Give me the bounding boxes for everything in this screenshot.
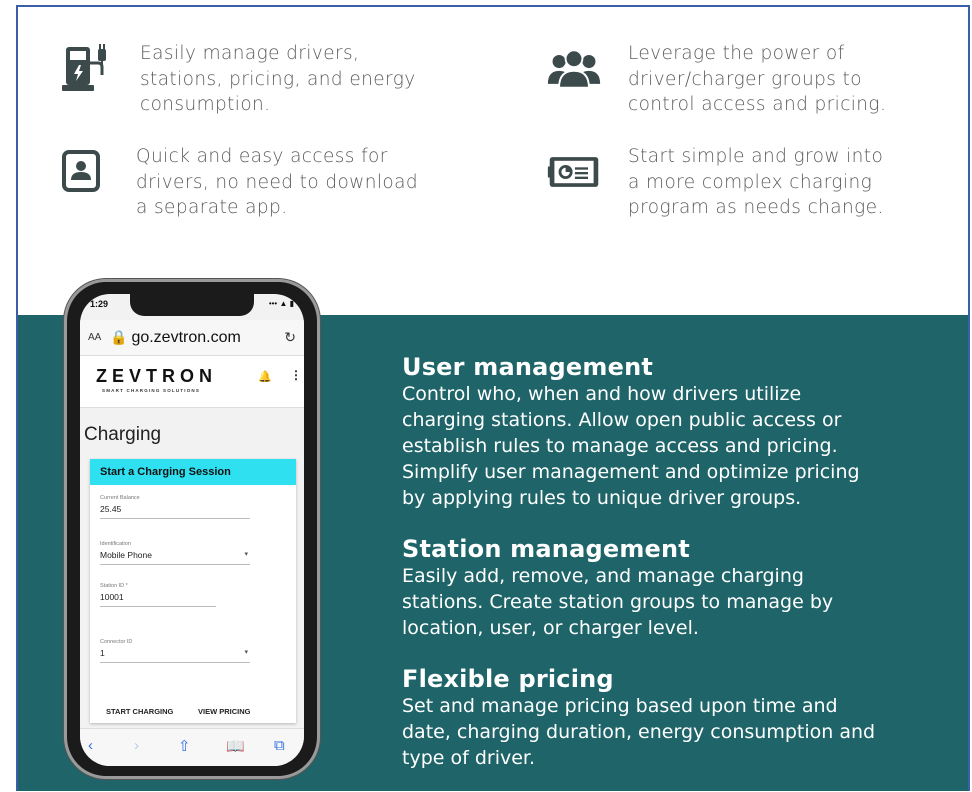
section-line: by applying rules to unique driver group… <box>402 487 802 509</box>
status-icons: ••• ▲ ▮ <box>268 299 294 308</box>
url-text[interactable]: go.zevtron.com <box>131 329 284 347</box>
current-balance-field[interactable]: Current Balance 25.45 <box>100 495 250 519</box>
share-icon[interactable]: ⇧ <box>178 737 191 755</box>
charging-session-card: Start a Charging Session Current Balance… <box>90 459 296 723</box>
feature-text-line: drivers, no need to download <box>136 171 418 193</box>
forward-icon[interactable]: › <box>134 737 139 754</box>
connector-id-select[interactable]: Connector ID 1 ▾ <box>100 639 250 663</box>
bell-icon[interactable]: 🔔 <box>258 370 272 383</box>
section-line: Control who, when and how drivers utiliz… <box>402 383 802 405</box>
field-value: 1 <box>100 648 105 658</box>
feature-text-line: Easily manage drivers, <box>140 43 360 64</box>
section-line: establish rules to manage access and pri… <box>402 435 838 457</box>
start-charging-button[interactable]: START CHARGING <box>106 707 173 716</box>
feature-text-line: Start simple and grow into <box>628 146 884 167</box>
chevron-down-icon: ▾ <box>244 551 248 558</box>
card-title: Start a Charging Session <box>90 459 296 485</box>
status-time: 1:29 <box>90 299 109 309</box>
browser-toolbar: ‹ › ⇧ 📖 ⧉ <box>80 728 304 766</box>
marketing-panel: Easily manage drivers, stations, pricing… <box>16 5 970 791</box>
field-value-wrap[interactable]: Mobile Phone ▾ <box>100 550 250 565</box>
reload-icon[interactable]: ↻ <box>284 329 296 346</box>
section-line: date, charging duration, energy consumpt… <box>402 721 876 743</box>
feature-text-line: program as needs change. <box>628 197 884 218</box>
feature-manage: Easily manage drivers, stations, pricing… <box>58 41 416 118</box>
section-flexible-pricing: Flexible pricing Set and manage pricing … <box>402 665 962 771</box>
field-label: Current Balance <box>100 495 140 501</box>
more-menu-icon[interactable]: ⋮ <box>290 368 302 382</box>
feature-access: Quick and easy access for drivers, no ne… <box>54 144 418 221</box>
phone-notch <box>130 294 254 316</box>
chevron-down-icon: ▾ <box>244 649 248 656</box>
back-icon[interactable]: ‹ <box>88 737 93 754</box>
app-header: ZEVTRON SMART CHARGING SOLUTIONS 🔔 ⋮ <box>80 356 304 408</box>
feature-text-line: a separate app. <box>136 197 288 218</box>
feature-text-line: driver/charger groups to <box>628 68 862 90</box>
feature-text-line: stations, pricing, and energy <box>140 68 416 90</box>
tabs-icon[interactable]: ⧉ <box>274 737 285 754</box>
browser-url-bar[interactable]: AA 🔒 go.zevtron.com ↻ <box>80 320 304 356</box>
section-line: location, user, or charger level. <box>402 617 699 639</box>
phone-mockup: 1:29 ••• ▲ ▮ AA 🔒 go.zevtron.com ↻ ZEVTR… <box>64 279 320 779</box>
field-value: Mobile Phone <box>100 550 152 560</box>
page-title: Charging <box>84 424 162 445</box>
feature-text-line: Leverage the power of <box>628 43 845 64</box>
logo-tagline: SMART CHARGING SOLUTIONS <box>102 388 201 393</box>
feature-text-line: a more complex charging <box>628 171 873 193</box>
section-line: charging stations. Allow open public acc… <box>402 409 842 431</box>
feature-text-line: control access and pricing. <box>628 94 887 115</box>
section-title: Flexible pricing <box>402 665 614 693</box>
bookmarks-icon[interactable]: 📖 <box>226 737 245 755</box>
section-station-management: Station management Easily add, remove, a… <box>402 535 962 641</box>
station-id-field[interactable]: Station ID * 10001 <box>100 583 216 607</box>
ev-charger-icon <box>58 41 114 97</box>
field-label: Connector ID <box>100 639 133 645</box>
field-value[interactable]: 10001 <box>100 592 216 607</box>
section-line: Easily add, remove, and manage charging <box>402 565 804 587</box>
view-pricing-button[interactable]: VIEW PRICING <box>198 707 251 716</box>
section-line: Set and manage pricing based upon time a… <box>402 695 838 717</box>
feature-text-line: consumption. <box>140 94 271 115</box>
section-line: Simplify user management and optimize pr… <box>402 461 860 483</box>
dashboard-card-icon <box>546 144 602 200</box>
field-label: Identification <box>100 541 131 547</box>
section-user-management: User management Control who, when and ho… <box>402 353 962 511</box>
section-line: stations. Create station groups to manag… <box>402 591 834 613</box>
feature-groups: Leverage the power of driver/charger gro… <box>546 41 886 118</box>
user-card-icon <box>54 144 110 200</box>
lock-icon: 🔒 <box>110 329 128 345</box>
section-title: User management <box>402 353 654 381</box>
identification-select[interactable]: Identification Mobile Phone ▾ <box>100 541 250 565</box>
field-value[interactable]: 25.45 <box>100 504 250 519</box>
field-value-wrap[interactable]: 1 ▾ <box>100 648 250 663</box>
user-group-icon <box>546 41 602 97</box>
section-line: type of driver. <box>402 747 536 769</box>
text-size-button[interactable]: AA <box>88 332 110 343</box>
feature-grow: Start simple and grow into a more comple… <box>546 144 884 221</box>
feature-text-line: Quick and easy access for <box>136 146 388 167</box>
phone-screen: 1:29 ••• ▲ ▮ AA 🔒 go.zevtron.com ↻ ZEVTR… <box>80 294 304 766</box>
zevtron-logo: ZEVTRON <box>96 366 218 386</box>
section-title: Station management <box>402 535 690 563</box>
field-label: Station ID * <box>100 583 128 589</box>
